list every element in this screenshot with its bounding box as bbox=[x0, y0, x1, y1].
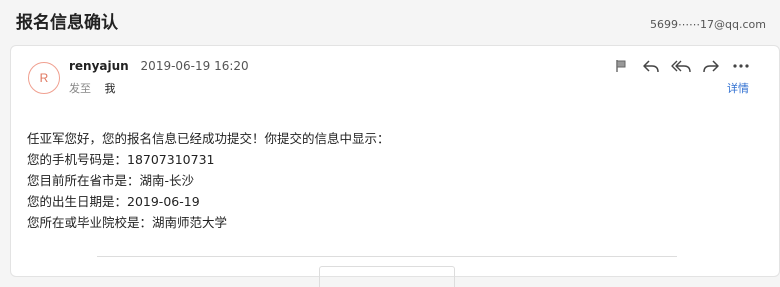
more-icon[interactable] bbox=[731, 56, 751, 76]
to-label: 发至 bbox=[69, 82, 91, 95]
footer-box bbox=[319, 266, 455, 287]
avatar[interactable]: R bbox=[28, 62, 60, 94]
email-subject: 报名信息确认 bbox=[16, 13, 118, 33]
forward-icon[interactable] bbox=[701, 56, 721, 76]
recipient-row: 发至 我 bbox=[69, 80, 116, 96]
body-line: 您的出生日期是：2019-06-19 bbox=[27, 194, 200, 209]
email-body: 任亚军您好，您的报名信息已经成功提交！你提交的信息中显示： 您的手机号码是：18… bbox=[27, 128, 390, 233]
account-email: 5699⋯⋯17@qq.com bbox=[650, 18, 766, 31]
recipient-name[interactable]: 我 bbox=[105, 82, 116, 95]
sender-name[interactable]: renyajun bbox=[69, 59, 129, 73]
body-divider bbox=[97, 256, 677, 257]
flag-icon[interactable] bbox=[611, 56, 631, 76]
body-line: 您所在或毕业院校是：湖南师范大学 bbox=[27, 215, 228, 230]
email-card: R renyajun 2019-06-19 16:20 发至 我 详情 任亚军您… bbox=[10, 45, 780, 287]
details-link[interactable]: 详情 bbox=[727, 80, 749, 96]
body-line: 您的手机号码是：18707310731 bbox=[27, 152, 215, 167]
reply-all-icon[interactable] bbox=[671, 56, 691, 76]
sender-info: renyajun 2019-06-19 16:20 bbox=[69, 59, 249, 73]
body-line: 任亚军您好，您的报名信息已经成功提交！你提交的信息中显示： bbox=[27, 131, 390, 146]
sent-time: 2019-06-19 16:20 bbox=[140, 59, 249, 73]
message-toolbar bbox=[611, 56, 751, 76]
reply-icon[interactable] bbox=[641, 56, 661, 76]
body-line: 您目前所在省市是：湖南-长沙 bbox=[27, 173, 195, 188]
